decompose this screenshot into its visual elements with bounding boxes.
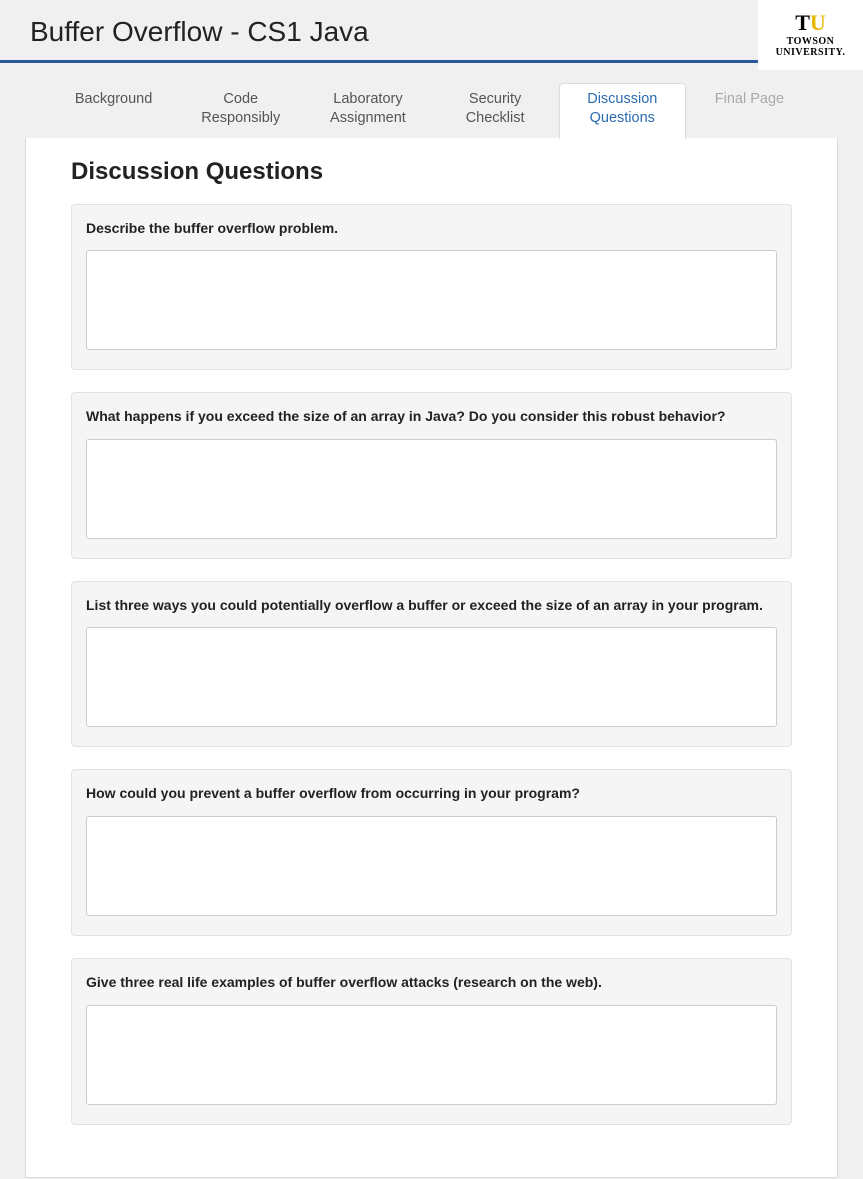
logo-letter-t: T — [795, 12, 810, 34]
answer-input[interactable] — [86, 439, 777, 539]
question-box: List three ways you could potentially ov… — [71, 581, 792, 748]
tab-laboratory-assignment[interactable]: Laboratory Assignment — [304, 83, 431, 139]
question-prompt: List three ways you could potentially ov… — [86, 596, 777, 616]
question-prompt: How could you prevent a buffer overflow … — [86, 784, 777, 804]
header: Buffer Overflow - CS1 Java TU TOWSON UNI… — [0, 0, 863, 63]
tab-bar: Background Code Responsibly Laboratory A… — [0, 63, 863, 139]
answer-input[interactable] — [86, 627, 777, 727]
question-box: What happens if you exceed the size of a… — [71, 392, 792, 559]
question-prompt: What happens if you exceed the size of a… — [86, 407, 777, 427]
answer-input[interactable] — [86, 250, 777, 350]
question-box: How could you prevent a buffer overflow … — [71, 769, 792, 936]
logo-letter-u: U — [810, 12, 826, 34]
answer-input[interactable] — [86, 816, 777, 916]
tab-final-page[interactable]: Final Page — [686, 83, 813, 139]
logo-text: TOWSON UNIVERSITY. — [776, 36, 846, 58]
towson-logo: TU TOWSON UNIVERSITY. — [758, 0, 863, 70]
tab-discussion-questions[interactable]: Discussion Questions — [559, 83, 686, 139]
tab-security-checklist[interactable]: Security Checklist — [432, 83, 559, 139]
tab-background[interactable]: Background — [50, 83, 177, 139]
logo-line1: TOWSON — [776, 36, 846, 47]
answer-input[interactable] — [86, 1005, 777, 1105]
question-box: Describe the buffer overflow problem. — [71, 204, 792, 371]
question-prompt: Give three real life examples of buffer … — [86, 973, 777, 993]
logo-line2: UNIVERSITY. — [776, 47, 846, 58]
question-box: Give three real life examples of buffer … — [71, 958, 792, 1125]
section-heading: Discussion Questions — [71, 158, 792, 186]
page-title: Buffer Overflow - CS1 Java — [30, 16, 833, 48]
question-prompt: Describe the buffer overflow problem. — [86, 219, 777, 239]
logo-tu-icon: TU — [795, 12, 826, 34]
tab-code-responsibly[interactable]: Code Responsibly — [177, 83, 304, 139]
content-panel: Discussion Questions Describe the buffer… — [25, 138, 838, 1178]
